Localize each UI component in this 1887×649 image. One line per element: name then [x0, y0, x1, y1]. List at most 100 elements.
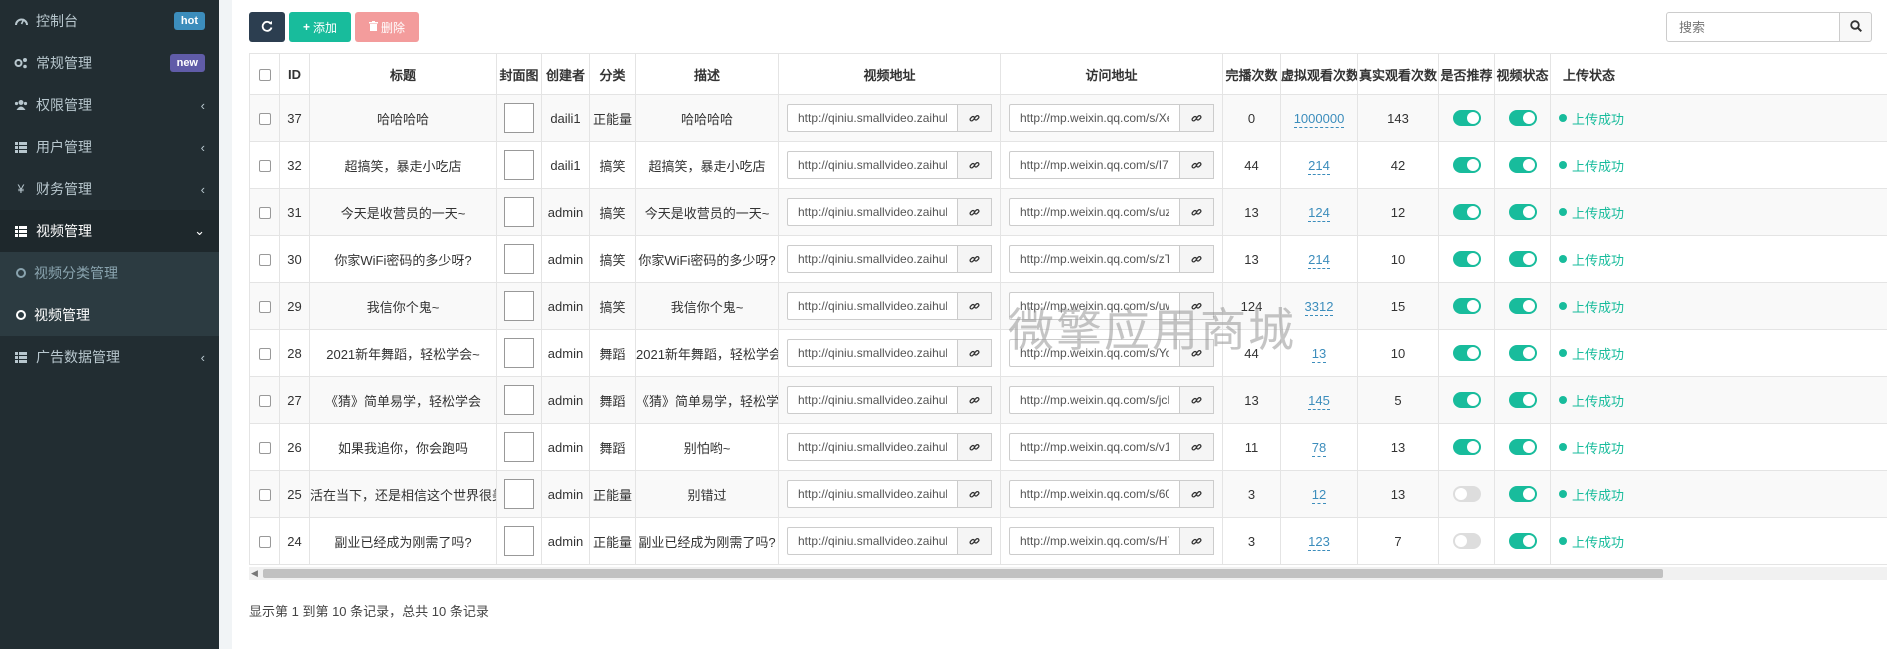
scrollbar-thumb[interactable]	[263, 569, 1663, 578]
video-url-link-button[interactable]	[958, 151, 992, 179]
cover-image[interactable]	[504, 103, 534, 133]
recommend-toggle[interactable]	[1452, 251, 1481, 268]
row-select-cell[interactable]	[249, 329, 280, 377]
video-url-link-button[interactable]	[958, 527, 992, 555]
select-all-checkbox[interactable]	[258, 69, 271, 82]
virtual-views-editable[interactable]: 12	[1311, 486, 1327, 504]
video-url-input[interactable]	[787, 151, 958, 179]
add-button[interactable]: + 添加	[289, 12, 351, 42]
visit-url-link-button[interactable]	[1180, 386, 1214, 414]
recommend-toggle[interactable]	[1452, 486, 1481, 503]
video-url-link-button[interactable]	[958, 433, 992, 461]
delete-button[interactable]: 删除	[355, 12, 419, 42]
video-url-input[interactable]	[787, 480, 958, 508]
sidebar-item-ad-data[interactable]: 广告数据管理 ‹	[0, 336, 219, 378]
visit-url-input[interactable]	[1009, 480, 1180, 508]
video-url-link-button[interactable]	[958, 386, 992, 414]
row-select-cell[interactable]	[249, 141, 280, 189]
row-select-cell[interactable]	[249, 423, 280, 471]
recommend-toggle[interactable]	[1452, 298, 1481, 315]
col-header-virtual-views[interactable]: 虚拟观看次数	[1280, 53, 1358, 95]
search-button[interactable]	[1840, 12, 1872, 42]
visit-url-link-button[interactable]	[1180, 433, 1214, 461]
visit-url-input[interactable]	[1009, 104, 1180, 132]
virtual-views-editable[interactable]: 145	[1308, 392, 1330, 410]
search-input[interactable]	[1666, 12, 1840, 42]
col-header-upload-status[interactable]: 上传状态	[1550, 53, 1887, 95]
col-header-cover[interactable]: 封面图	[496, 53, 542, 95]
table-row[interactable]: 31今天是收营员的一天~admin搞笑今天是收营员的一天~1312412上传成功	[249, 188, 1887, 236]
col-header-visit-url[interactable]: 访问地址	[1000, 53, 1223, 95]
virtual-views-editable[interactable]: 214	[1308, 157, 1330, 175]
video-status-toggle[interactable]	[1508, 439, 1537, 456]
col-header-creator[interactable]: 创建者	[541, 53, 590, 95]
row-select-cell[interactable]	[249, 235, 280, 283]
recommend-toggle[interactable]	[1452, 392, 1481, 409]
table-row[interactable]: 282021新年舞蹈，轻松学会~admin舞蹈2021新年舞蹈，轻松学会~441…	[249, 329, 1887, 377]
row-select-cell[interactable]	[249, 188, 280, 236]
video-url-input[interactable]	[787, 339, 958, 367]
visit-url-link-button[interactable]	[1180, 245, 1214, 273]
recommend-toggle[interactable]	[1452, 533, 1481, 550]
cover-image[interactable]	[504, 479, 534, 509]
row-checkbox[interactable]	[258, 348, 271, 361]
sidebar-item-permission[interactable]: 权限管理 ‹	[0, 84, 219, 126]
col-header-title[interactable]: 标题	[309, 53, 497, 95]
row-select-cell[interactable]	[249, 376, 280, 424]
virtual-views-editable[interactable]: 123	[1308, 533, 1330, 551]
sidebar-item-dashboard[interactable]: 控制台 hot	[0, 0, 219, 42]
recommend-toggle[interactable]	[1452, 157, 1481, 174]
horizontal-scrollbar[interactable]: ◀	[249, 567, 1887, 580]
sidebar-item-video[interactable]: 视频管理 ⌄	[0, 210, 219, 252]
video-status-toggle[interactable]	[1508, 392, 1537, 409]
row-checkbox[interactable]	[258, 160, 271, 173]
recommend-toggle[interactable]	[1452, 345, 1481, 362]
video-url-input[interactable]	[787, 104, 958, 132]
video-url-link-button[interactable]	[958, 198, 992, 226]
video-status-toggle[interactable]	[1508, 298, 1537, 315]
cover-image[interactable]	[504, 197, 534, 227]
scroll-left-icon[interactable]: ◀	[251, 568, 258, 579]
sidebar-item-general[interactable]: 常规管理 new	[0, 42, 219, 84]
table-row[interactable]: 26如果我追你，你会跑吗 admin舞蹈别怕哟~ 11 78 13 上传成功	[249, 423, 1887, 471]
table-row[interactable]: 25活在当下，还是相信这个世界很美好 admin正能量别错过 3 12 13 上传成功	[249, 470, 1887, 518]
cover-image[interactable]	[504, 526, 534, 556]
video-url-link-button[interactable]	[958, 245, 992, 273]
visit-url-input[interactable]	[1009, 386, 1180, 414]
video-url-input[interactable]	[787, 198, 958, 226]
video-url-input[interactable]	[787, 245, 958, 273]
col-header-id[interactable]: ID	[279, 53, 310, 95]
row-checkbox[interactable]	[258, 254, 271, 267]
row-checkbox[interactable]	[258, 489, 271, 502]
video-url-link-button[interactable]	[958, 104, 992, 132]
row-select-cell[interactable]	[249, 94, 280, 142]
visit-url-link-button[interactable]	[1180, 104, 1214, 132]
visit-url-input[interactable]	[1009, 433, 1180, 461]
recommend-toggle[interactable]	[1452, 439, 1481, 456]
virtual-views-editable[interactable]: 3312	[1304, 298, 1334, 316]
visit-url-link-button[interactable]	[1180, 480, 1214, 508]
col-header-complete[interactable]: 完播次数	[1222, 53, 1281, 95]
row-checkbox[interactable]	[258, 536, 271, 549]
row-select-cell[interactable]	[249, 282, 280, 330]
sidebar-subitem-video-category[interactable]: 视频分类管理	[0, 252, 219, 294]
virtual-views-editable[interactable]: 214	[1308, 251, 1330, 269]
table-row[interactable]: 24副业已经成为刚需了吗?admin正能量副业已经成为刚需了吗?31237上传成…	[249, 517, 1887, 565]
visit-url-link-button[interactable]	[1180, 151, 1214, 179]
col-header-video-url[interactable]: 视频地址	[778, 53, 1001, 95]
table-row[interactable]: 37哈哈哈哈daili1正能量哈哈哈哈01000000143上传成功	[249, 94, 1887, 142]
select-all-cell[interactable]	[249, 53, 280, 95]
col-header-desc[interactable]: 描述	[635, 53, 779, 95]
row-checkbox[interactable]	[258, 113, 271, 126]
virtual-views-editable[interactable]: 13	[1311, 345, 1327, 363]
video-url-input[interactable]	[787, 386, 958, 414]
visit-url-input[interactable]	[1009, 245, 1180, 273]
recommend-toggle[interactable]	[1452, 204, 1481, 221]
video-status-toggle[interactable]	[1508, 533, 1537, 550]
sidebar-item-users[interactable]: 用户管理 ‹	[0, 126, 219, 168]
visit-url-input[interactable]	[1009, 198, 1180, 226]
row-checkbox[interactable]	[258, 207, 271, 220]
row-select-cell[interactable]	[249, 470, 280, 518]
video-status-toggle[interactable]	[1508, 157, 1537, 174]
visit-url-link-button[interactable]	[1180, 339, 1214, 367]
